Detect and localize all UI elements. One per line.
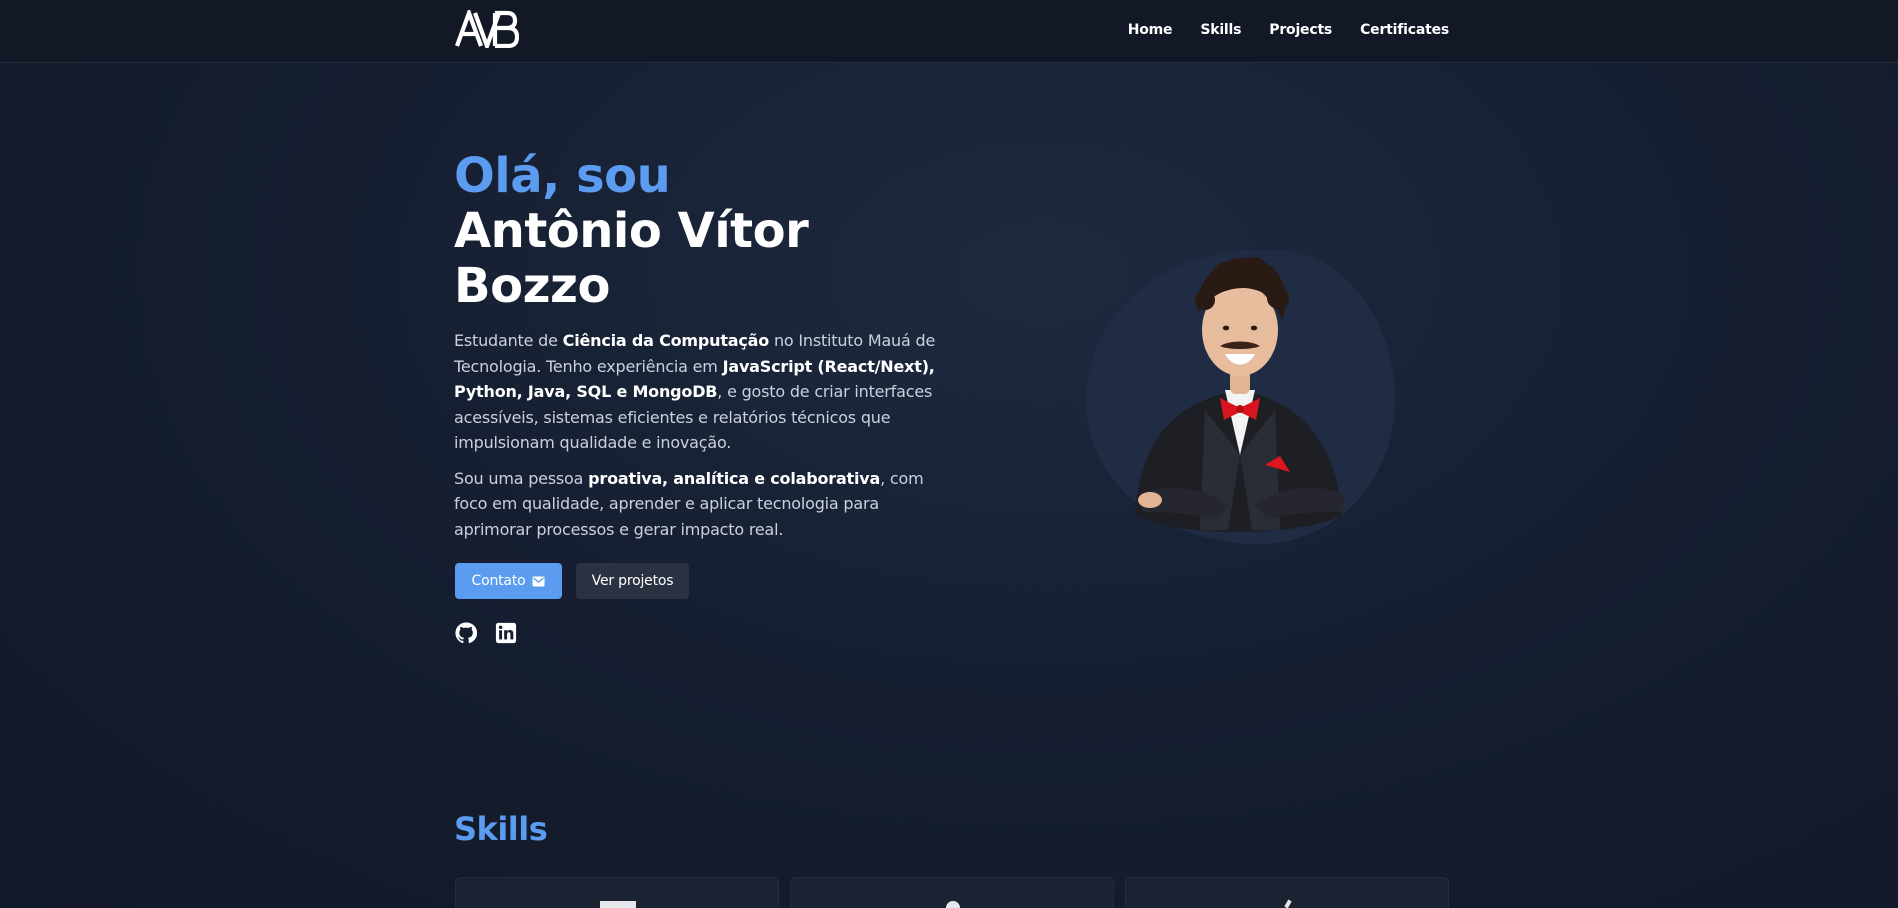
nav-certificates-link[interactable]: Certificates bbox=[1360, 22, 1449, 38]
hero-bio-paragraph-1: Estudante de Ciência da Computação no In… bbox=[454, 328, 940, 456]
hero-buttons: Contato Ver projetos bbox=[455, 563, 689, 599]
nav-skills-link[interactable]: Skills bbox=[1200, 22, 1241, 38]
contact-button[interactable]: Contato bbox=[455, 563, 562, 599]
bio-highlight: proativa, analítica e colaborativa bbox=[588, 468, 881, 488]
social-links bbox=[455, 622, 517, 644]
nav-home-link[interactable]: Home bbox=[1128, 22, 1173, 38]
skill-icon bbox=[946, 901, 960, 908]
hero-bio-paragraph-2: Sou uma pessoa proativa, analítica e col… bbox=[454, 466, 940, 543]
skill-icon bbox=[1284, 899, 1292, 908]
view-projects-button[interactable]: Ver projetos bbox=[576, 563, 689, 599]
nav-projects-link[interactable]: Projects bbox=[1269, 22, 1332, 38]
bio-text: Sou uma pessoa bbox=[454, 468, 589, 488]
navbar: Home Skills Projects Certificates bbox=[0, 0, 1898, 63]
skill-card[interactable] bbox=[455, 877, 779, 908]
github-icon[interactable] bbox=[455, 622, 477, 644]
linkedin-icon[interactable] bbox=[495, 622, 517, 644]
contact-button-label: Contato bbox=[471, 573, 526, 589]
profile-portrait-illustration bbox=[1085, 249, 1395, 545]
hero-name: Antônio Vítor Bozzo bbox=[454, 203, 809, 314]
nav-links: Home Skills Projects Certificates bbox=[1128, 0, 1449, 60]
profile-photo bbox=[1080, 249, 1400, 550]
hero-greeting: Olá, sou bbox=[454, 148, 671, 204]
bio-highlight: Ciência da Computação bbox=[562, 331, 770, 350]
hero-section: Olá, sou Antônio Vítor Bozzo Estudante d… bbox=[454, 148, 944, 542]
avb-logo[interactable] bbox=[455, 10, 519, 48]
skill-icon bbox=[600, 901, 636, 908]
skill-card[interactable] bbox=[790, 877, 1114, 908]
skill-card[interactable] bbox=[1125, 877, 1449, 908]
mail-icon bbox=[532, 576, 545, 586]
skills-section-title: Skills bbox=[454, 810, 548, 848]
bio-text: Estudante de bbox=[454, 331, 563, 350]
